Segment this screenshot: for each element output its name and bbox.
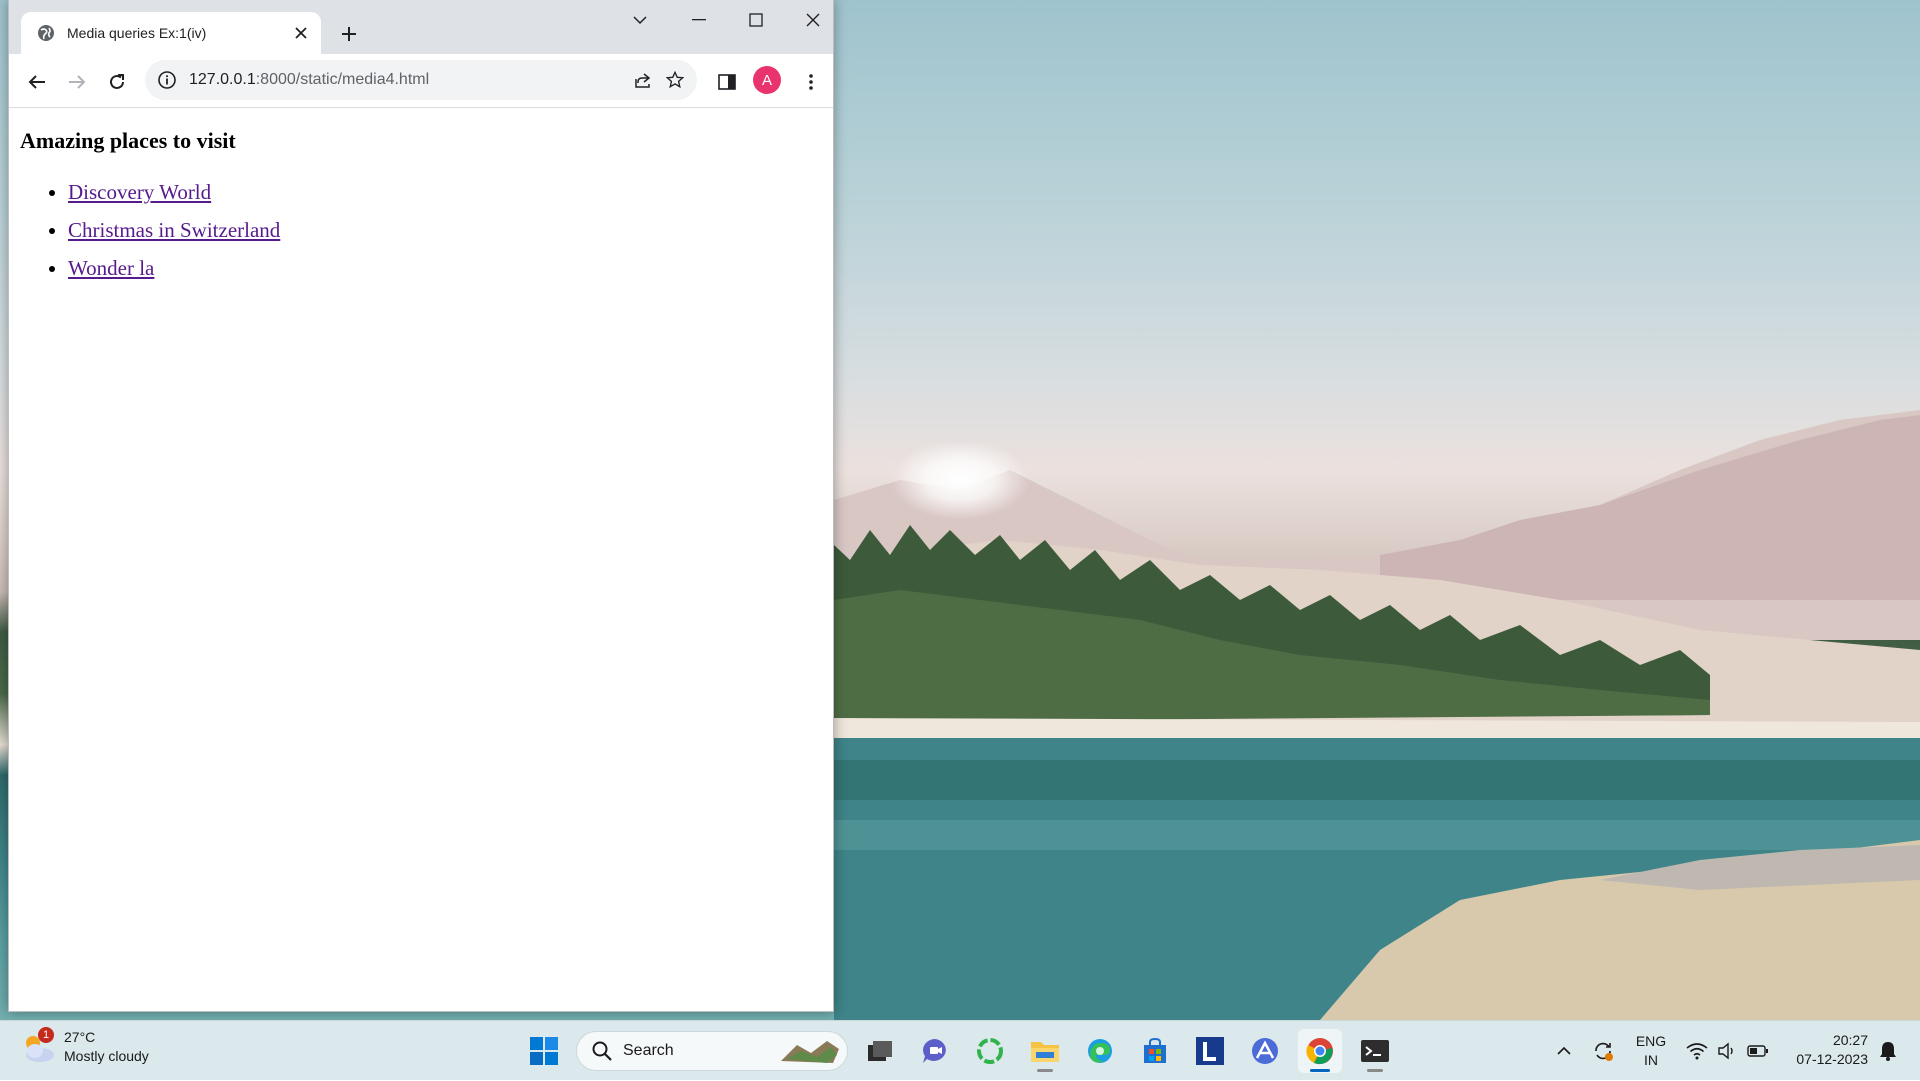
sync-icon[interactable] — [1588, 1021, 1618, 1081]
weather-temp: 27°C — [64, 1029, 96, 1045]
language-indicator[interactable]: ENG IN — [1628, 1021, 1674, 1081]
page-heading: Amazing places to visit — [20, 128, 236, 153]
url-text[interactable]: 127.0.0.1:8000/static/media4.html — [189, 71, 627, 89]
chrome-taskbar-icon[interactable] — [1298, 1029, 1342, 1073]
windows-logo-icon — [530, 1037, 558, 1065]
bookmark-star-icon[interactable] — [659, 64, 691, 96]
system-clock[interactable]: 20:27 07-12-2023 — [1776, 1031, 1868, 1069]
places-list: Discovery World Christmas in Switzerland… — [9, 180, 833, 281]
search-label: Search — [623, 1042, 674, 1059]
edge-browser-icon[interactable] — [1078, 1029, 1122, 1073]
forward-button[interactable] — [61, 66, 93, 98]
reload-button[interactable] — [101, 66, 133, 98]
close-window-button[interactable] — [785, 0, 841, 40]
start-button[interactable] — [522, 1029, 566, 1073]
minimize-button[interactable] — [671, 0, 727, 40]
file-explorer-icon[interactable] — [1023, 1029, 1067, 1073]
side-panel-icon[interactable] — [711, 66, 743, 98]
browser-window: Media queries Ex:1(iv) 127.0.0.1:8000/st… — [8, 0, 834, 1012]
teams-chat-icon[interactable] — [913, 1029, 957, 1073]
tab-strip: Media queries Ex:1(iv) — [9, 0, 833, 54]
site-info-icon[interactable] — [157, 70, 177, 90]
taskbar-search[interactable]: Search — [576, 1031, 848, 1071]
battery-icon[interactable] — [1744, 1021, 1772, 1081]
address-bar[interactable]: 127.0.0.1:8000/static/media4.html — [145, 60, 697, 100]
circle-app-icon[interactable] — [968, 1029, 1012, 1073]
link-christmas-in-switzerland[interactable]: Christmas in Switzerland — [68, 218, 280, 242]
globe-icon — [38, 25, 54, 41]
list-item: Discovery World — [68, 180, 833, 205]
task-view-icon[interactable] — [858, 1029, 902, 1073]
link-wonder-la[interactable]: Wonder la — [68, 256, 154, 280]
tab-search-chevron-icon[interactable] — [612, 0, 668, 40]
maximize-button[interactable] — [728, 0, 784, 40]
tab-title: Media queries Ex:1(iv) — [67, 25, 207, 41]
close-tab-icon[interactable] — [289, 21, 313, 45]
clock-date: 07-12-2023 — [1796, 1051, 1868, 1067]
share-icon[interactable] — [627, 64, 659, 96]
language-code: ENG — [1635, 1033, 1667, 1049]
page-content: Amazing places to visit Discovery World … — [9, 108, 833, 294]
notification-bell-icon[interactable] — [1874, 1021, 1902, 1081]
list-item: Christmas in Switzerland — [68, 218, 833, 243]
weather-widget[interactable]: 1 27°C Mostly cloudy — [18, 1027, 149, 1067]
arc-app-icon[interactable] — [1243, 1029, 1287, 1073]
new-tab-button[interactable] — [335, 20, 363, 48]
microsoft-store-icon[interactable] — [1133, 1029, 1177, 1073]
cloudy-weather-icon: 1 — [18, 1027, 58, 1067]
profile-avatar[interactable]: A — [753, 66, 781, 94]
taskbar: 1 27°C Mostly cloudy Search ENG IN 20:27… — [0, 1020, 1920, 1080]
notification-badge: 1 — [38, 1027, 54, 1043]
browser-toolbar: 127.0.0.1:8000/static/media4.html A — [9, 54, 833, 108]
search-highlight-icon — [781, 1041, 839, 1063]
list-item: Wonder la — [68, 256, 833, 281]
region-code: IN — [1644, 1052, 1658, 1068]
browser-tab[interactable]: Media queries Ex:1(iv) — [21, 12, 321, 54]
search-icon — [592, 1041, 612, 1061]
back-button[interactable] — [21, 66, 53, 98]
terminal-icon[interactable] — [1353, 1029, 1397, 1073]
clock-time: 20:27 — [1832, 1032, 1868, 1048]
weather-condition: Mostly cloudy — [64, 1048, 149, 1064]
l-app-icon[interactable] — [1188, 1029, 1232, 1073]
volume-icon[interactable] — [1714, 1021, 1740, 1081]
link-discovery-world[interactable]: Discovery World — [68, 180, 211, 204]
wifi-icon[interactable] — [1684, 1021, 1710, 1081]
show-hidden-icons-chevron[interactable] — [1552, 1021, 1576, 1081]
menu-kebab-icon[interactable] — [795, 66, 827, 98]
